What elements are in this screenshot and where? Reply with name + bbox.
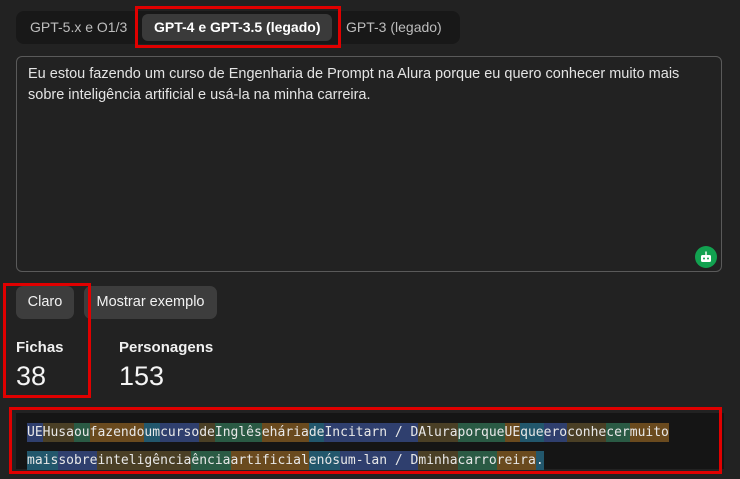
token-visualization: UEHusaoufazendoumcursodeInglêseháriadeIn… bbox=[16, 413, 724, 470]
tokens-count: 38 bbox=[16, 361, 47, 391]
token-chip: inteligência bbox=[97, 451, 192, 470]
token-chip: mais bbox=[27, 451, 59, 470]
token-chip: ou bbox=[73, 423, 90, 442]
token-chip: ero bbox=[543, 423, 568, 442]
token-chip: um bbox=[144, 423, 161, 442]
tab-gpt5[interactable]: GPT-5.x e O1/3 bbox=[30, 11, 127, 44]
token-chip: minha bbox=[418, 451, 458, 470]
model-tabs: GPT-5.x e O1/3 GPT-4 e GPT-3.5 (legado) … bbox=[16, 11, 460, 44]
token-chip: reira bbox=[496, 451, 536, 470]
clear-button[interactable]: Claro bbox=[16, 286, 74, 319]
characters-label: Personagens bbox=[119, 339, 214, 356]
characters-count: 153 bbox=[119, 361, 165, 391]
token-chip: . bbox=[535, 451, 544, 470]
prompt-textarea[interactable]: Eu estou fazendo um curso de Engenharia … bbox=[16, 56, 722, 272]
tab-gpt3[interactable]: GPT-3 (legado) bbox=[346, 11, 442, 44]
token-chip: cer bbox=[606, 423, 630, 442]
token-chip: Inglês bbox=[214, 423, 262, 442]
token-chip: Incitarn / D bbox=[324, 423, 419, 442]
token-line-1: UEHusaoufazendoumcursodeInglêseháriadeIn… bbox=[27, 419, 724, 447]
token-chip: porque bbox=[457, 423, 505, 442]
token-chip: UE bbox=[27, 423, 43, 442]
token-chip: que bbox=[520, 423, 544, 442]
tokens-label: Fichas bbox=[16, 339, 64, 356]
show-example-button[interactable]: Mostrar exemplo bbox=[84, 286, 217, 319]
token-chip: UE bbox=[504, 423, 521, 442]
bot-icon[interactable] bbox=[695, 246, 717, 268]
token-chip: enós bbox=[308, 451, 341, 470]
token-chip: carro bbox=[457, 451, 497, 470]
token-chip: Husa bbox=[42, 423, 74, 442]
token-chip: ência bbox=[191, 451, 231, 470]
token-chip: sobre bbox=[58, 451, 98, 470]
token-line-2: maissobreinteligênciaênciaartificialenós… bbox=[27, 447, 724, 475]
token-chip: ehária bbox=[261, 423, 309, 442]
token-chip: um-lan / D bbox=[340, 451, 419, 470]
token-chip: de bbox=[308, 423, 325, 442]
token-chip: artificial bbox=[230, 451, 309, 470]
tab-gpt4-gpt35[interactable]: GPT-4 e GPT-3.5 (legado) bbox=[142, 14, 333, 41]
token-chip: fazendo bbox=[89, 423, 145, 442]
token-chip: curso bbox=[160, 423, 200, 442]
token-chip: muito bbox=[629, 423, 669, 442]
token-chip: de bbox=[199, 423, 215, 442]
token-chip: conhe bbox=[567, 423, 607, 442]
token-chip: Alura bbox=[418, 423, 458, 442]
